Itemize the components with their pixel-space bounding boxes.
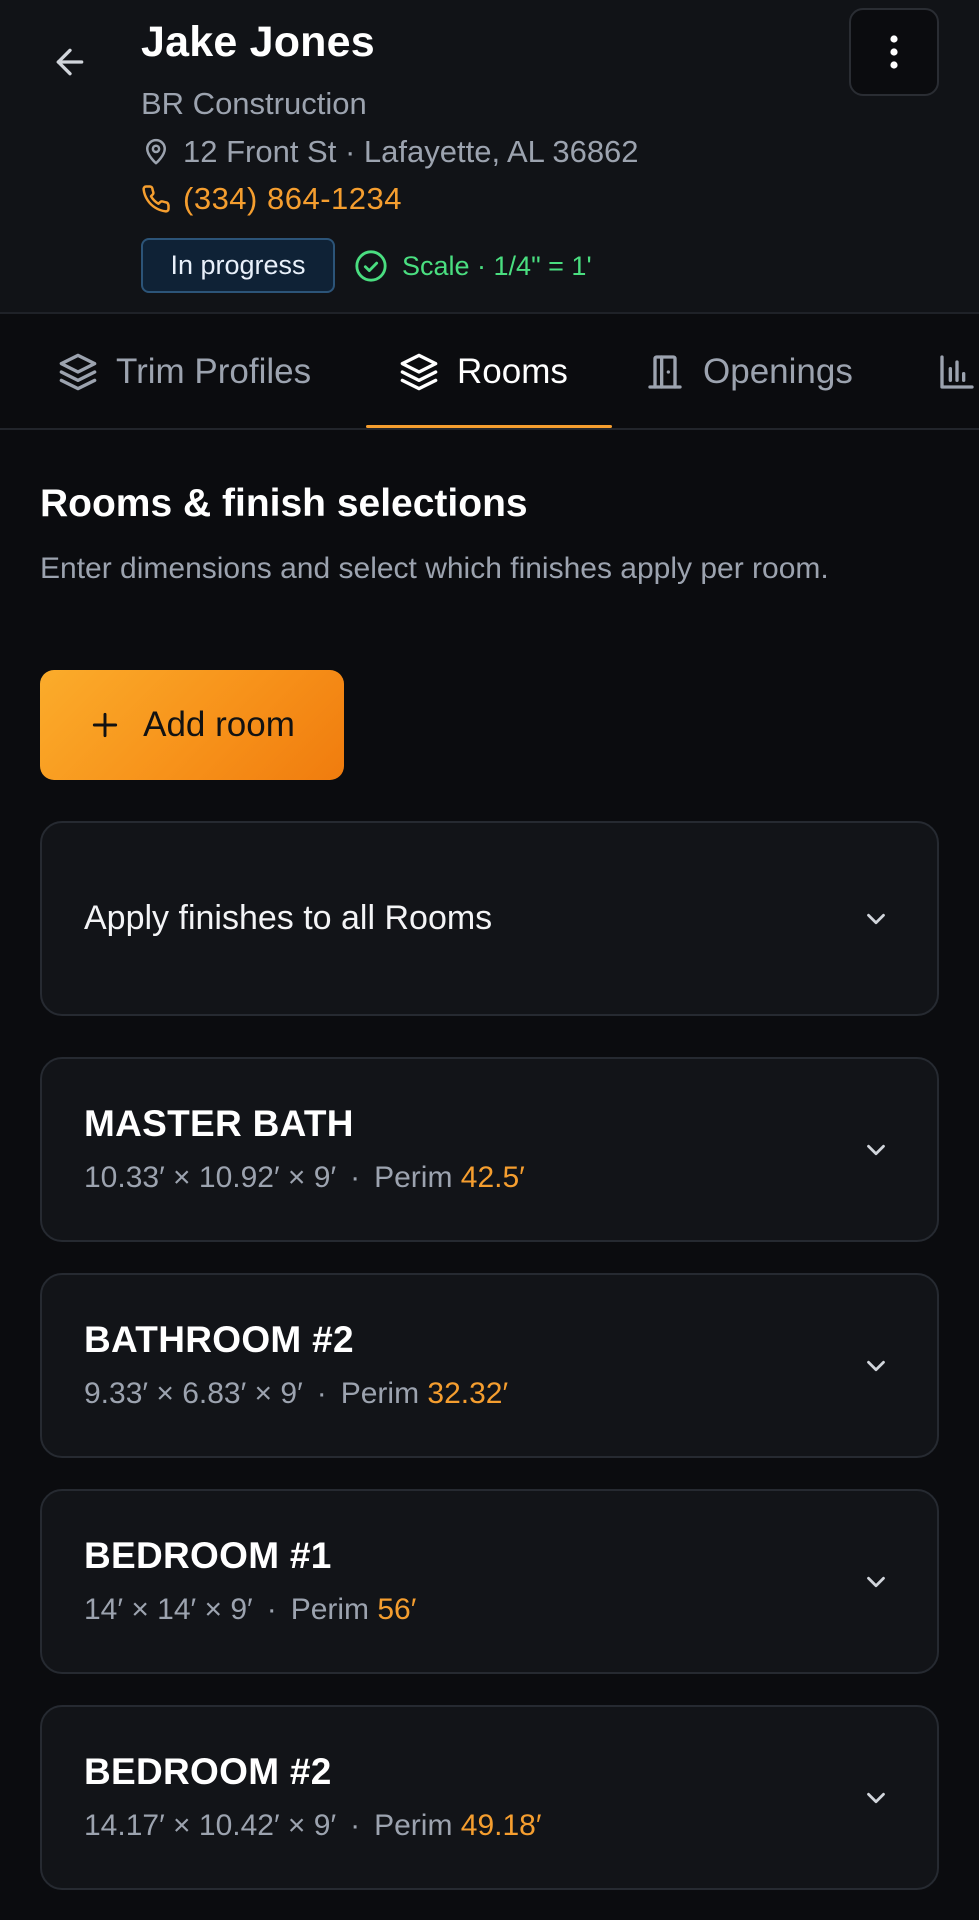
back-button[interactable] [42,34,98,90]
tab-openings[interactable]: Openings [645,316,853,428]
phone-icon [142,185,170,213]
tab-label: Trim Profiles [116,352,312,391]
more-vertical-icon [890,35,898,69]
chevron-down-icon [867,1576,885,1587]
perimeter-value: 49.18′ [460,1809,542,1842]
room-size: 10.33′ × 10.92′ × 9′ [84,1161,337,1194]
section-title: Rooms & finish selections [40,482,528,525]
project-header: Jake Jones BR Construction 12 Front St ·… [0,0,979,314]
address-text: 12 Front St · Lafayette, AL 36862 [183,134,639,169]
add-room-label: Add room [143,705,295,744]
company-name: BR Construction [141,86,367,121]
room-dimensions: 10.33′ × 10.92′ × 9′ · Perim 42.5′ [84,1161,525,1194]
apply-finishes-label: Apply finishes to all Rooms [84,899,493,937]
section-description: Enter dimensions and select which finish… [40,552,829,585]
arrow-left-icon [56,48,84,76]
room-size: 9.33′ × 6.83′ × 9′ [84,1377,303,1410]
door-icon [648,355,682,389]
room-card-master-bath[interactable]: MASTER BATH 10.33′ × 10.92′ × 9′ · Perim 4… [40,1057,939,1242]
room-dimensions: 14.17′ × 10.42′ × 9′ · Perim 49.18′ [84,1809,542,1842]
room-size: 14.17′ × 10.42′ × 9′ [84,1809,337,1842]
perimeter-value: 32.32′ [427,1377,509,1410]
chevron-down-icon [867,913,885,924]
chevron-down-icon [867,1792,885,1803]
room-size: 14′ × 14′ × 9′ [84,1593,253,1626]
active-tab-indicator [366,425,612,428]
room-name: BEDROOM #2 [84,1751,332,1792]
plus-icon [92,712,118,738]
address: 12 Front St · Lafayette, AL 36862 [141,134,639,170]
tab-summary[interactable] [937,316,977,428]
layers-icon [59,353,97,391]
tab-trim-profiles[interactable]: Trim Profiles [58,316,311,428]
map-pin-icon [146,138,166,165]
room-card-bathroom-2[interactable]: BATHROOM #2 9.33′ × 6.83′ × 9′ · Perim 32.… [40,1273,939,1458]
perim-label: Perim [374,1809,453,1842]
tab-label: Rooms [457,352,568,391]
room-dimensions: 9.33′ × 6.83′ × 9′ · Perim 32.32′ [84,1377,509,1410]
apply-finishes-accordion[interactable]: Apply finishes to all Rooms [40,821,939,1016]
tab-rooms[interactable]: Rooms [399,316,568,428]
chevron-down-icon [867,1144,885,1155]
scale-text: Scale · 1/4" = 1' [402,250,592,281]
add-room-button[interactable]: Add room [40,670,344,780]
perim-label: Perim [290,1593,370,1626]
more-options-button[interactable] [849,8,939,96]
phone-link[interactable]: (334) 864-1234 [141,181,402,217]
room-name: MASTER BATH [84,1103,354,1144]
status-badge: In progress [141,238,335,293]
tab-label: Openings [703,352,853,391]
room-card-bedroom-1[interactable]: BEDROOM #1 14′ × 14′ × 9′ · Perim 56′ [40,1489,939,1674]
perimeter-value: 42.5′ [460,1161,525,1194]
room-name: BATHROOM #2 [84,1319,354,1360]
tab-bar: Trim Profiles Rooms Openings [0,316,979,430]
room-dimensions: 14′ × 14′ × 9′ · Perim 56′ [84,1593,417,1626]
perim-label: Perim [340,1377,420,1410]
room-card-bedroom-2[interactable]: BEDROOM #2 14.17′ × 10.42′ × 9′ · Perim 49… [40,1705,939,1890]
room-name: BEDROOM #1 [84,1535,332,1576]
scale-indicator: Scale · 1/4" = 1' [354,246,592,286]
chevron-down-icon [867,1360,885,1371]
layers-icon [400,353,438,391]
perimeter-value: 56′ [377,1593,417,1626]
bar-chart-icon [940,355,974,389]
client-name: Jake Jones [141,18,375,66]
phone-text: (334) 864-1234 [183,181,402,216]
perim-label: Perim [374,1161,453,1194]
check-circle-icon [355,250,387,282]
